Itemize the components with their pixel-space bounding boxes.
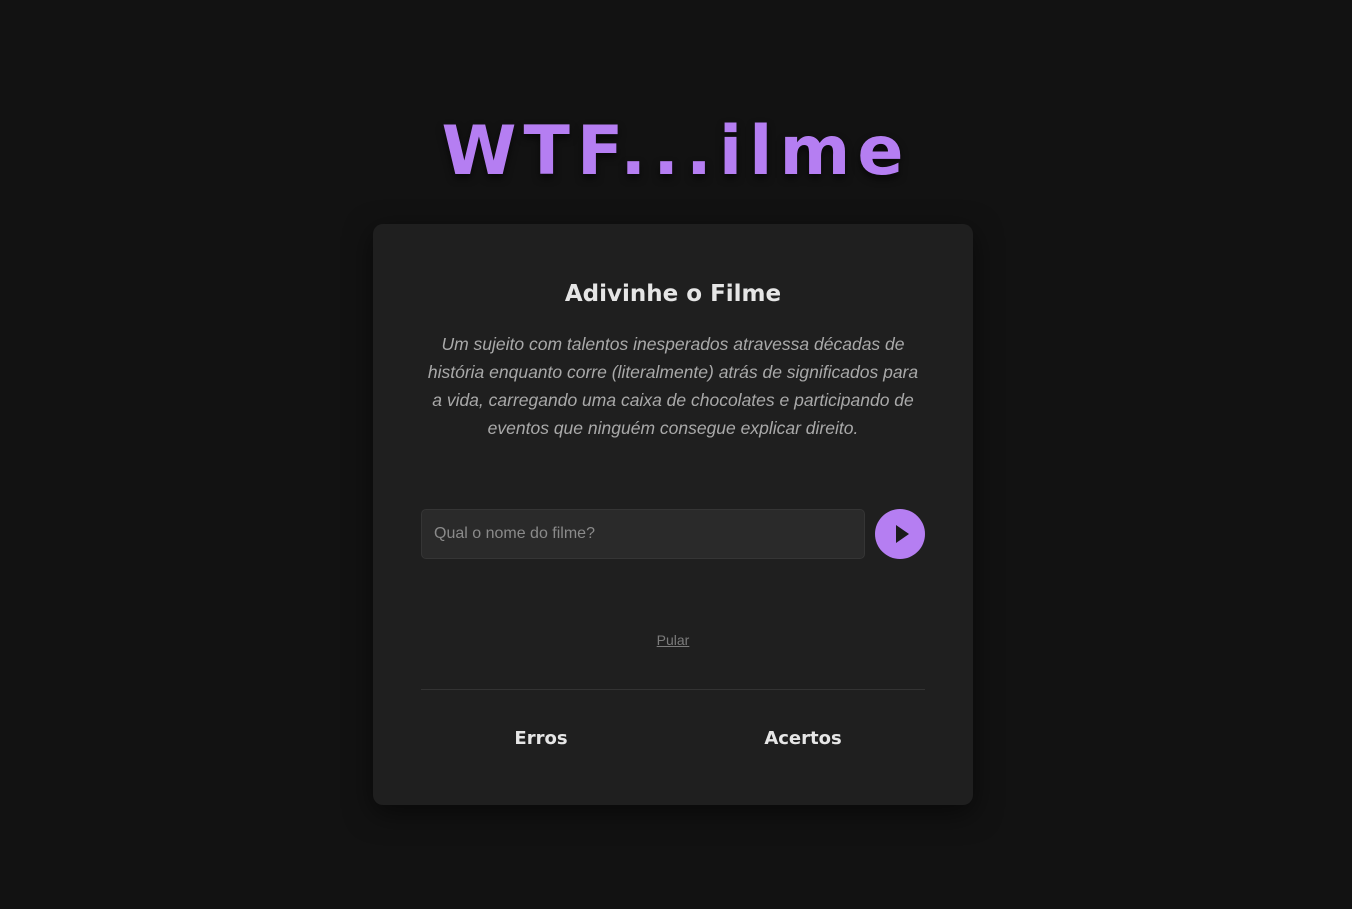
errors-label: Erros <box>514 728 568 749</box>
page: WTF...ilme Adivinhe o Filme Um sujeito c… <box>0 0 1352 909</box>
submit-guess-button[interactable] <box>875 509 925 559</box>
card-title: Adivinhe o Filme <box>564 281 782 307</box>
hits-label: Acertos <box>764 728 842 749</box>
guess-input[interactable] <box>421 509 865 559</box>
movie-description: Um sujeito com talentos inesperados atra… <box>427 334 919 438</box>
divider <box>421 689 925 690</box>
game-card: Adivinhe o Filme Um sujeito com talentos… <box>373 224 973 805</box>
play-icon <box>895 525 909 543</box>
skip-link[interactable]: Pular <box>373 632 973 648</box>
app-logo: WTF...ilme <box>441 112 911 191</box>
